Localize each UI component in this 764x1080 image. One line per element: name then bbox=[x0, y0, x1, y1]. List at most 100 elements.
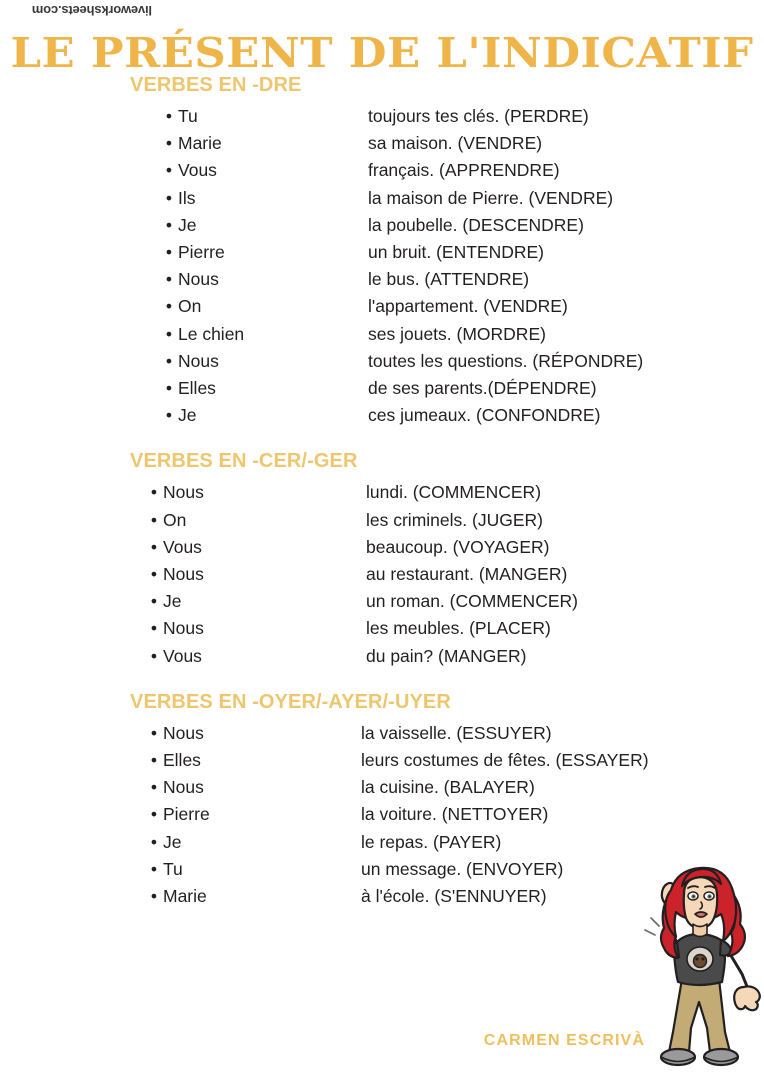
sentence-predicate: beaucoup. (VOYAGER) bbox=[366, 536, 550, 557]
sentence-predicate: la cuisine. (BALAYER) bbox=[361, 777, 535, 798]
exercise-item: • Le chien ses jouets. (MORDRE) bbox=[0, 321, 764, 348]
sentence-subject: Vous bbox=[163, 536, 202, 557]
sentence-subject: Nous bbox=[163, 777, 204, 798]
exercise-item: • Pierre un bruit. (ENTENDRE) bbox=[0, 239, 764, 266]
sentence-subject: Nous bbox=[163, 482, 204, 503]
bullet-icon: • bbox=[150, 618, 157, 639]
bullet-icon: • bbox=[165, 242, 172, 263]
exercise-item: • Nous au restaurant. (MANGER) bbox=[0, 561, 764, 588]
section-heading: VERBES EN -OYER/-AYER/-UYER bbox=[130, 690, 451, 713]
sentence-predicate: français. (APPRENDRE) bbox=[368, 160, 560, 181]
bullet-icon: • bbox=[150, 777, 157, 798]
sentence-predicate: le repas. (PAYER) bbox=[361, 831, 502, 852]
exercise-item: • On l'appartement. (VENDRE) bbox=[0, 293, 764, 320]
exercise-item: • Marie sa maison. (VENDRE) bbox=[0, 130, 764, 157]
sentence-predicate: la maison de Pierre. (VENDRE) bbox=[368, 187, 614, 208]
bullet-icon: • bbox=[150, 482, 157, 503]
exercise-item: • Nous toutes les questions. (RÉPONDRE) bbox=[0, 348, 764, 375]
sentence-subject: Je bbox=[163, 591, 182, 612]
bullet-icon: • bbox=[150, 536, 157, 557]
section-heading: VERBES EN -CER/-GER bbox=[130, 450, 358, 473]
exercise-item: • Vous français. (APPRENDRE) bbox=[0, 157, 764, 184]
exercise-list: • Tu toujours tes clés. (PERDRE) • Marie sa m… bbox=[0, 103, 764, 429]
sentence-subject: Tu bbox=[163, 858, 183, 879]
sentence-subject: Nous bbox=[178, 350, 219, 371]
page-title: LE PRÉSENT DE L'INDICATIF bbox=[10, 29, 754, 78]
worksheet-page: liveworksheets.com LE PRÉSENT DE L'INDIC… bbox=[0, 0, 764, 1080]
section-heading: VERBES EN -DRE bbox=[130, 74, 302, 96]
bullet-icon: • bbox=[150, 564, 157, 585]
exercise-item: • On les criminels. (JUGER) bbox=[0, 507, 764, 534]
exercise-item: • Je le repas. (PAYER) bbox=[0, 829, 764, 856]
bitmoji-avatar bbox=[633, 856, 764, 1071]
bullet-icon: • bbox=[165, 378, 172, 399]
sentence-predicate: toujours tes clés. (PERDRE) bbox=[368, 106, 589, 126]
sentence-subject: Nous bbox=[163, 722, 204, 743]
sentence-predicate: le bus. (ATTENDRE) bbox=[368, 269, 530, 290]
sentence-predicate: un roman. (COMMENCER) bbox=[366, 591, 578, 612]
bullet-icon: • bbox=[165, 296, 172, 317]
exercise-item: • Je un roman. (COMMENCER) bbox=[0, 588, 764, 615]
exercise-item: • Nous lundi. (COMMENCER) bbox=[0, 479, 764, 506]
sentence-predicate: ces jumeaux. (CONFONDRE) bbox=[368, 405, 601, 426]
sentence-predicate: les criminels. (JUGER) bbox=[366, 509, 543, 530]
sentence-predicate: à l'école. (S'ENNUYER) bbox=[361, 886, 547, 907]
bullet-icon: • bbox=[150, 591, 157, 612]
exercise-item: • Nous la cuisine. (BALAYER) bbox=[0, 774, 764, 801]
sentence-predicate: au restaurant. (MANGER) bbox=[366, 564, 568, 585]
sentence-predicate: l'appartement. (VENDRE) bbox=[368, 296, 568, 317]
sentence-subject: Vous bbox=[163, 645, 202, 666]
sentence-subject: Elles bbox=[163, 750, 201, 771]
sentence-predicate: la poubelle. (DESCENDRE) bbox=[368, 214, 584, 235]
sentence-subject: Marie bbox=[163, 886, 207, 907]
bullet-icon: • bbox=[150, 750, 157, 771]
bullet-icon: • bbox=[165, 187, 172, 208]
bullet-icon: • bbox=[165, 214, 172, 235]
exercise-item: • Nous le bus. (ATTENDRE) bbox=[0, 266, 764, 293]
exercise-item: • Je ces jumeaux. (CONFONDRE) bbox=[0, 402, 764, 429]
sentence-predicate: leurs costumes de fêtes. (ESSAYER) bbox=[361, 750, 649, 771]
exercise-item: • Pierre la voiture. (NETTOYER) bbox=[0, 801, 764, 828]
sentence-predicate: les meubles. (PLACER) bbox=[366, 618, 551, 639]
bullet-icon: • bbox=[165, 405, 172, 426]
sentence-predicate: du pain? (MANGER) bbox=[366, 645, 527, 666]
sentence-subject: On bbox=[178, 296, 202, 317]
sentence-subject: Elles bbox=[178, 378, 216, 399]
sentence-subject: Nous bbox=[163, 618, 204, 639]
bullet-icon: • bbox=[150, 722, 157, 743]
verb-section: VERBES EN -CER/-GER • Nous lundi. (COMMENCE… bbox=[0, 448, 764, 669]
bullet-icon: • bbox=[150, 804, 157, 825]
sentence-subject: Marie bbox=[178, 133, 222, 154]
bullet-icon: • bbox=[150, 509, 157, 530]
exercise-item: • Ils la maison de Pierre. (VENDRE) bbox=[0, 185, 764, 212]
bullet-icon: • bbox=[165, 269, 172, 290]
verb-section: VERBES EN -DRE • Tu toujours tes clés. (PER… bbox=[0, 72, 764, 429]
sentence-predicate: ses jouets. (MORDRE) bbox=[368, 323, 546, 344]
sentence-predicate: un message. (ENVOYER) bbox=[361, 858, 564, 879]
sentence-subject: Nous bbox=[163, 564, 204, 585]
sentence-subject: Je bbox=[163, 831, 182, 852]
bullet-icon: • bbox=[150, 831, 157, 852]
sentence-subject: Ils bbox=[178, 187, 196, 208]
bullet-icon: • bbox=[150, 886, 157, 907]
bullet-icon: • bbox=[165, 350, 172, 371]
exercise-item: • Elles de ses parents.(DÉPENDRE) bbox=[0, 375, 764, 402]
sentence-subject: Le chien bbox=[178, 323, 245, 344]
bullet-icon: • bbox=[165, 133, 172, 154]
exercise-item: • Vous du pain? (MANGER) bbox=[0, 643, 764, 670]
sentence-predicate: de ses parents.(DÉPENDRE) bbox=[368, 378, 597, 399]
author-signature: CARMEN ESCRIVÀ bbox=[483, 1032, 645, 1049]
bullet-icon: • bbox=[165, 323, 172, 344]
sentence-subject: Je bbox=[178, 405, 197, 426]
exercise-item: • Nous les meubles. (PLACER) bbox=[0, 615, 764, 642]
sentence-subject: On bbox=[163, 509, 187, 530]
exercise-list: • Nous lundi. (COMMENCER) • On les criminels.… bbox=[0, 479, 764, 669]
sentence-subject: Je bbox=[178, 214, 197, 235]
sentence-predicate: un bruit. (ENTENDRE) bbox=[368, 242, 545, 263]
exercise-item: • Elles leurs costumes de fêtes. (ESSAYER) bbox=[0, 747, 764, 774]
sentence-subject: Pierre bbox=[178, 242, 225, 263]
sentence-predicate: lundi. (COMMENCER) bbox=[366, 482, 542, 503]
exercise-content: VERBES EN -DRE • Tu toujours tes clés. (PER… bbox=[0, 72, 764, 910]
sentence-subject: Pierre bbox=[163, 804, 210, 825]
sentence-predicate: sa maison. (VENDRE) bbox=[368, 133, 543, 154]
